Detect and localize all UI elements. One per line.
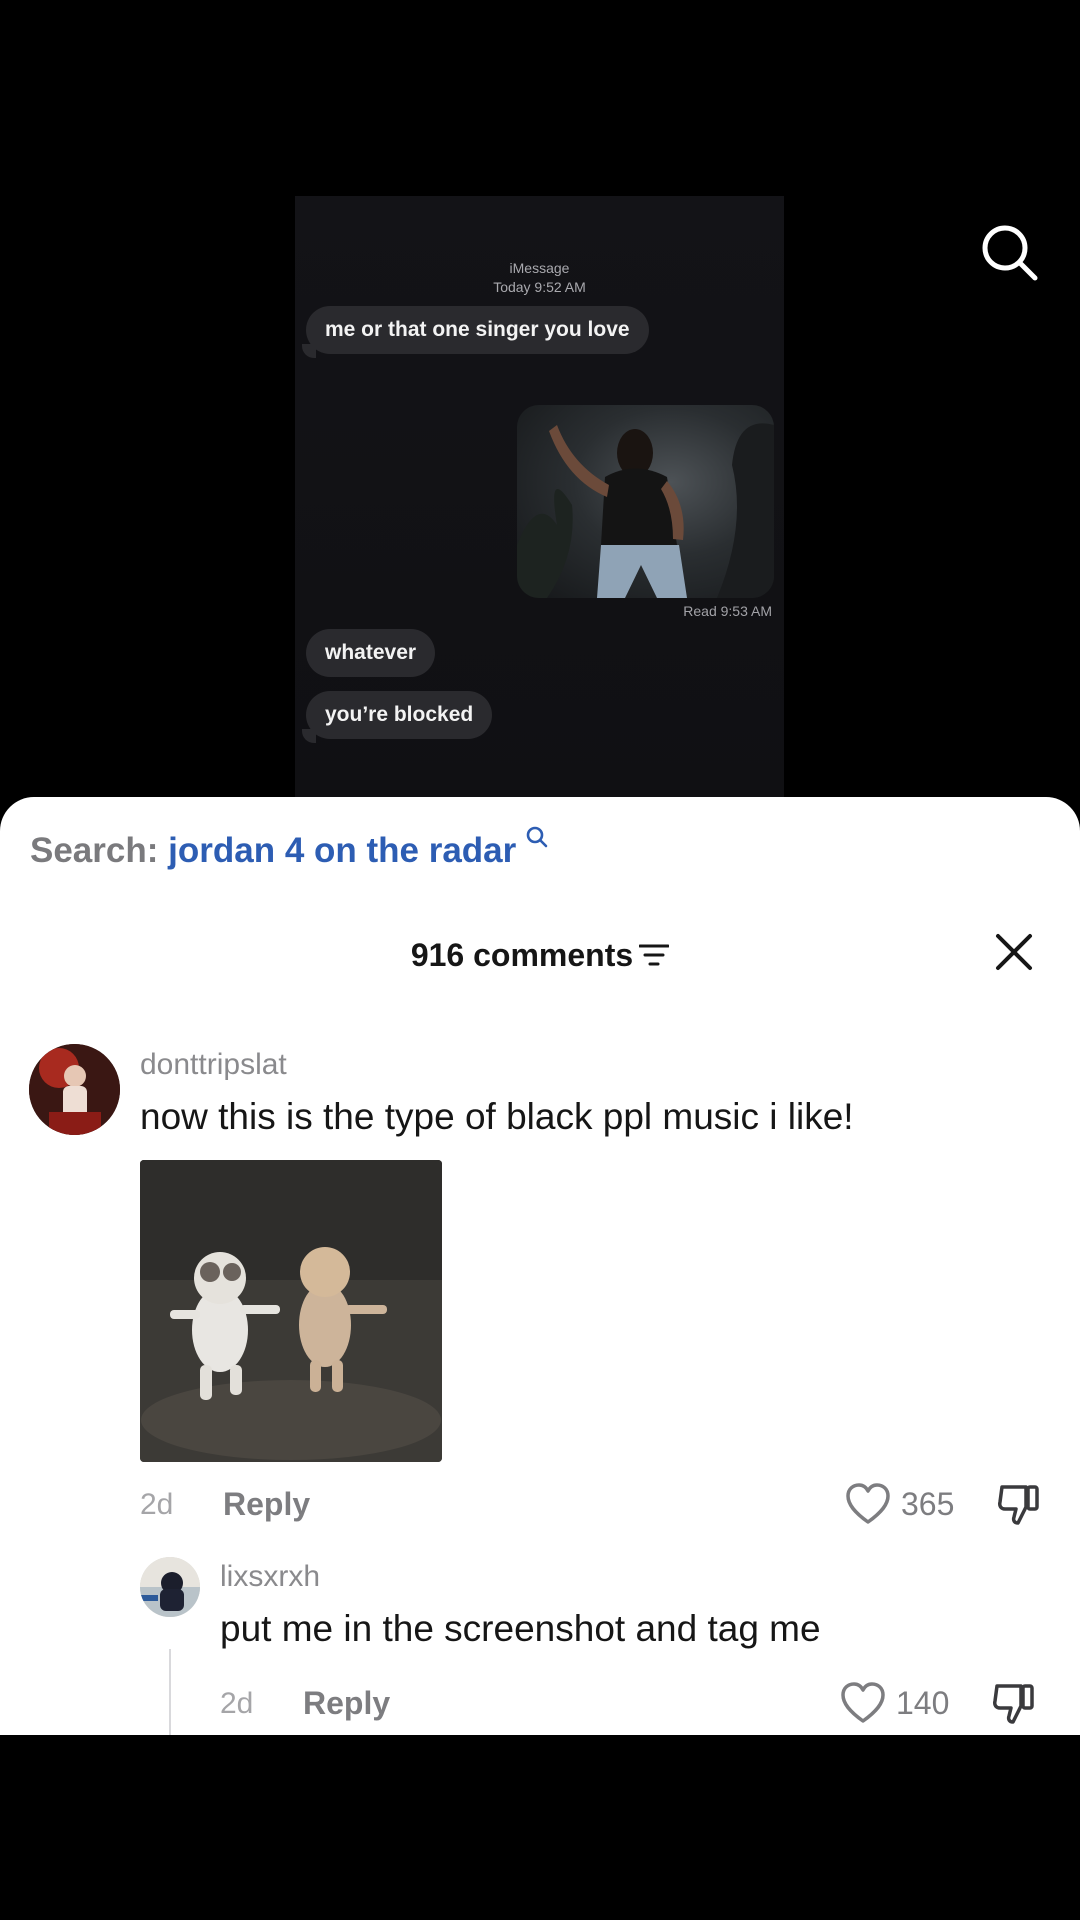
heart-icon[interactable] [840, 1681, 886, 1725]
read-receipt: Read 9:53 AM [683, 603, 772, 619]
close-icon [996, 934, 1032, 970]
video-content[interactable]: iMessage Today 9:52 AM me or that one si… [295, 196, 784, 806]
thread-line [169, 1649, 171, 1735]
search-prefix: Search: [30, 831, 159, 870]
reply-button[interactable]: Reply [303, 1684, 390, 1722]
dislike-icon[interactable] [991, 1680, 1037, 1726]
imessage-header: iMessage Today 9:52 AM [295, 259, 784, 297]
search-icon [982, 225, 1038, 281]
avatar[interactable] [29, 1044, 120, 1135]
dislike-icon[interactable] [996, 1481, 1042, 1527]
close-button[interactable] [992, 930, 1036, 974]
comments-header: 916 comments [0, 935, 1080, 975]
reply-username[interactable]: lixsxrxh [220, 1559, 320, 1595]
message-bubble: me or that one singer you love [302, 306, 649, 358]
search-button[interactable] [977, 220, 1041, 284]
comments-sheet: Search: jordan 4 on the radar 916 commen… [0, 797, 1080, 1735]
comment-username[interactable]: donttripslat [140, 1047, 287, 1083]
message-bubble: you’re blocked [301, 691, 493, 743]
imessage-timestamp: Today 9:52 AM [493, 279, 586, 295]
search-suggestion-link[interactable]: jordan 4 on the radar [168, 831, 516, 870]
message-photo [517, 405, 774, 598]
like-count: 140 [896, 1685, 950, 1721]
like-count: 365 [901, 1486, 955, 1522]
avatar[interactable] [140, 1557, 200, 1617]
search-icon [526, 826, 548, 848]
comment-gif[interactable] [140, 1160, 442, 1462]
filter-icon[interactable] [638, 942, 670, 968]
comment-time: 2d [140, 1488, 174, 1521]
heart-icon[interactable] [845, 1482, 891, 1526]
reply-button[interactable]: Reply [223, 1485, 310, 1523]
comments-count: 916 comments [410, 937, 634, 973]
comment-text: now this is the type of black ppl music … [140, 1096, 854, 1137]
reply-text: put me in the screenshot and tag me [220, 1608, 821, 1649]
imessage-service-label: iMessage [509, 260, 570, 276]
related-search[interactable]: Search: jordan 4 on the radar [30, 826, 548, 872]
message-bubble: whatever [306, 629, 436, 677]
reply-time: 2d [220, 1687, 254, 1720]
